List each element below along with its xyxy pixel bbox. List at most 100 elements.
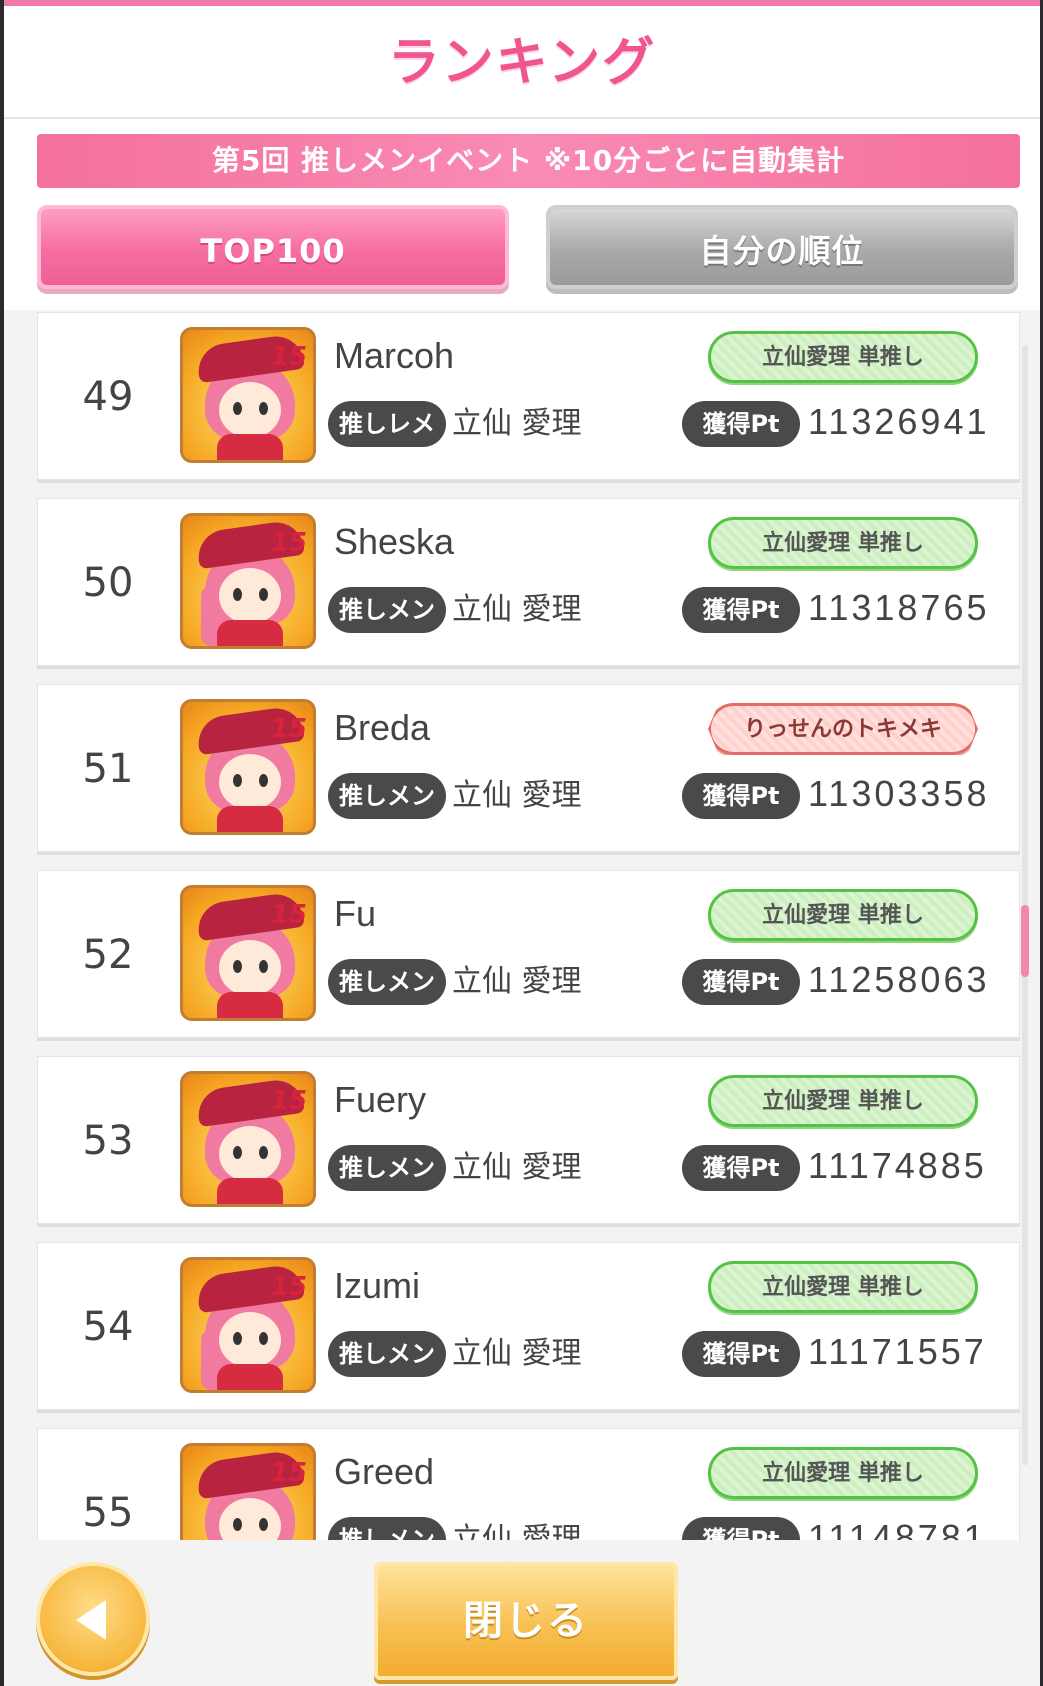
player-title-badge: 立仙愛理 単推し (708, 1075, 978, 1127)
back-arrow-icon (76, 1600, 106, 1640)
player-name: Marcoh (334, 335, 455, 376)
ranking-list[interactable]: 49 15 Marcoh 立仙愛理 単推し 推しレメン 立仙 愛理 獲得Pt 11326941… (4, 310, 1040, 1540)
ranking-row[interactable]: 52 15 Fu 立仙愛理 単推し 推しメン 立仙 愛理 獲得Pt 11258063 (37, 870, 1020, 1038)
oshi-member-label: 推しメン (328, 1331, 446, 1377)
rank-number: 51 (82, 746, 134, 792)
player-name: Sheska (334, 521, 455, 562)
avatar-body (217, 806, 283, 832)
avatar-eye (259, 1518, 268, 1531)
avatar-face (219, 754, 281, 810)
anniversary-mark: 15 (270, 714, 307, 744)
points-value: 11326941 (808, 401, 990, 442)
points-label: 獲得Pt (682, 959, 800, 1005)
avatar-eye (233, 1332, 242, 1345)
anniversary-mark: 15 (270, 528, 307, 558)
player-title-badge: りっせんのトキメキ (708, 703, 978, 755)
tab-top100[interactable]: TOP100 (37, 205, 509, 289)
top-accent-strip (4, 0, 1040, 6)
player-avatar[interactable]: 15 (180, 1257, 316, 1393)
title-divider (4, 117, 1040, 119)
avatar-eye (259, 774, 268, 787)
avatar-face (219, 382, 281, 438)
avatar-eye (233, 402, 242, 415)
anniversary-mark: 15 (270, 1272, 307, 1302)
event-banner: 第5回 推しメンイベント ※10分ごとに自動集計 (37, 134, 1020, 188)
anniversary-mark: 15 (270, 342, 307, 372)
avatar-eye (259, 960, 268, 973)
player-title-badge: 立仙愛理 単推し (708, 889, 978, 941)
rank-number: 54 (82, 1304, 134, 1350)
rank-number: 53 (82, 1118, 134, 1164)
player-title-badge: 立仙愛理 単推し (708, 517, 978, 569)
player-avatar[interactable]: 15 (180, 1443, 316, 1540)
rank-number: 55 (82, 1490, 134, 1536)
avatar-face (219, 1126, 281, 1182)
ranking-row[interactable]: 55 15 Greed 立仙愛理 単推し 推しメン 立仙 愛理 獲得Pt 11148781 (37, 1428, 1020, 1540)
footer-bar: 閉じる (4, 1540, 1040, 1686)
avatar-eye (233, 1518, 242, 1531)
avatar-eye (259, 1332, 268, 1345)
avatar-body (217, 992, 283, 1018)
page-title: ランキング (387, 33, 657, 93)
points-value: 11171557 (808, 1331, 987, 1372)
points-label: 獲得Pt (682, 587, 800, 633)
avatar-face (219, 1312, 281, 1368)
points-value: 11174885 (808, 1145, 987, 1186)
points-label: 獲得Pt (682, 1331, 800, 1377)
oshi-member-label: 推しメン (328, 1145, 446, 1191)
player-avatar[interactable]: 15 (180, 1071, 316, 1207)
points-label: 獲得Pt (682, 401, 800, 447)
oshi-member-name: 立仙 愛理 (452, 406, 582, 441)
rank-number: 52 (82, 932, 134, 978)
oshi-member-name: 立仙 愛理 (452, 1150, 582, 1185)
avatar-eye (233, 588, 242, 601)
scrollbar-thumb[interactable] (1021, 905, 1029, 977)
back-button[interactable] (36, 1562, 150, 1676)
anniversary-mark: 15 (270, 1086, 307, 1116)
points-label: 獲得Pt (682, 1145, 800, 1191)
avatar-body (217, 620, 283, 646)
oshi-member-label: 推しメン (328, 587, 446, 633)
avatar-body (217, 1364, 283, 1390)
oshi-member-label: 推しメン (328, 1517, 446, 1540)
oshi-member-label: 推しメン (328, 959, 446, 1005)
points-value: 11148781 (808, 1517, 987, 1540)
ranking-row[interactable]: 53 15 Fuery 立仙愛理 単推し推しメン 立仙 愛理 獲得Pt 11174885 (37, 1056, 1020, 1224)
rank-number: 50 (82, 560, 134, 606)
ranking-row[interactable]: 51 15 Breda りっせんのトキメキ推しメン 立仙 愛理 獲得Pt 11303358 (37, 684, 1020, 852)
rank-number: 49 (82, 374, 134, 420)
player-name: Fuery (334, 1079, 427, 1120)
anniversary-mark: 15 (270, 900, 307, 930)
player-avatar[interactable]: 15 (180, 885, 316, 1021)
oshi-member-label: 推しメン (328, 773, 446, 819)
avatar-eye (259, 1146, 268, 1159)
player-avatar[interactable]: 15 (180, 513, 316, 649)
avatar-eye (233, 960, 242, 973)
player-avatar[interactable]: 15 (180, 327, 316, 463)
ranking-row[interactable]: 50 15 Sheska 立仙愛理 単推し推しメン 立仙 愛理 獲得Pt 11318765 (37, 498, 1020, 666)
player-avatar[interactable]: 15 (180, 699, 316, 835)
ranking-row[interactable]: 54 15 Izumi 立仙愛理 単推し推しメン 立仙 愛理 獲得Pt 11171557 (37, 1242, 1020, 1410)
avatar-eye (233, 774, 242, 787)
oshi-member-name: 立仙 愛理 (452, 592, 582, 627)
oshi-member-name: 立仙 愛理 (452, 1522, 582, 1540)
oshi-member-name: 立仙 愛理 (452, 1336, 582, 1371)
avatar-face (219, 568, 281, 624)
oshi-member-name: 立仙 愛理 (452, 964, 582, 999)
points-value: 11318765 (808, 587, 990, 628)
player-name: Breda (334, 707, 431, 748)
oshi-member-name: 立仙 愛理 (452, 778, 582, 813)
player-name: Fu (334, 893, 377, 934)
avatar-eye (259, 588, 268, 601)
player-name: Izumi (334, 1265, 421, 1306)
points-label: 獲得Pt (682, 773, 800, 819)
player-name: Greed (334, 1451, 435, 1492)
player-title-badge: 立仙愛理 単推し (708, 1261, 978, 1313)
oshi-member-label: 推しレメン (328, 401, 446, 484)
avatar-eye (259, 402, 268, 415)
tab-self-rank[interactable]: 自分の順位 (546, 205, 1018, 289)
points-value: 11303358 (808, 773, 990, 814)
ranking-row[interactable]: 49 15 Marcoh 立仙愛理 単推し 推しレメン 立仙 愛理 獲得Pt 11326941 (37, 312, 1020, 484)
close-button[interactable]: 閉じる (374, 1562, 678, 1680)
points-label: 獲得Pt (682, 1517, 800, 1540)
